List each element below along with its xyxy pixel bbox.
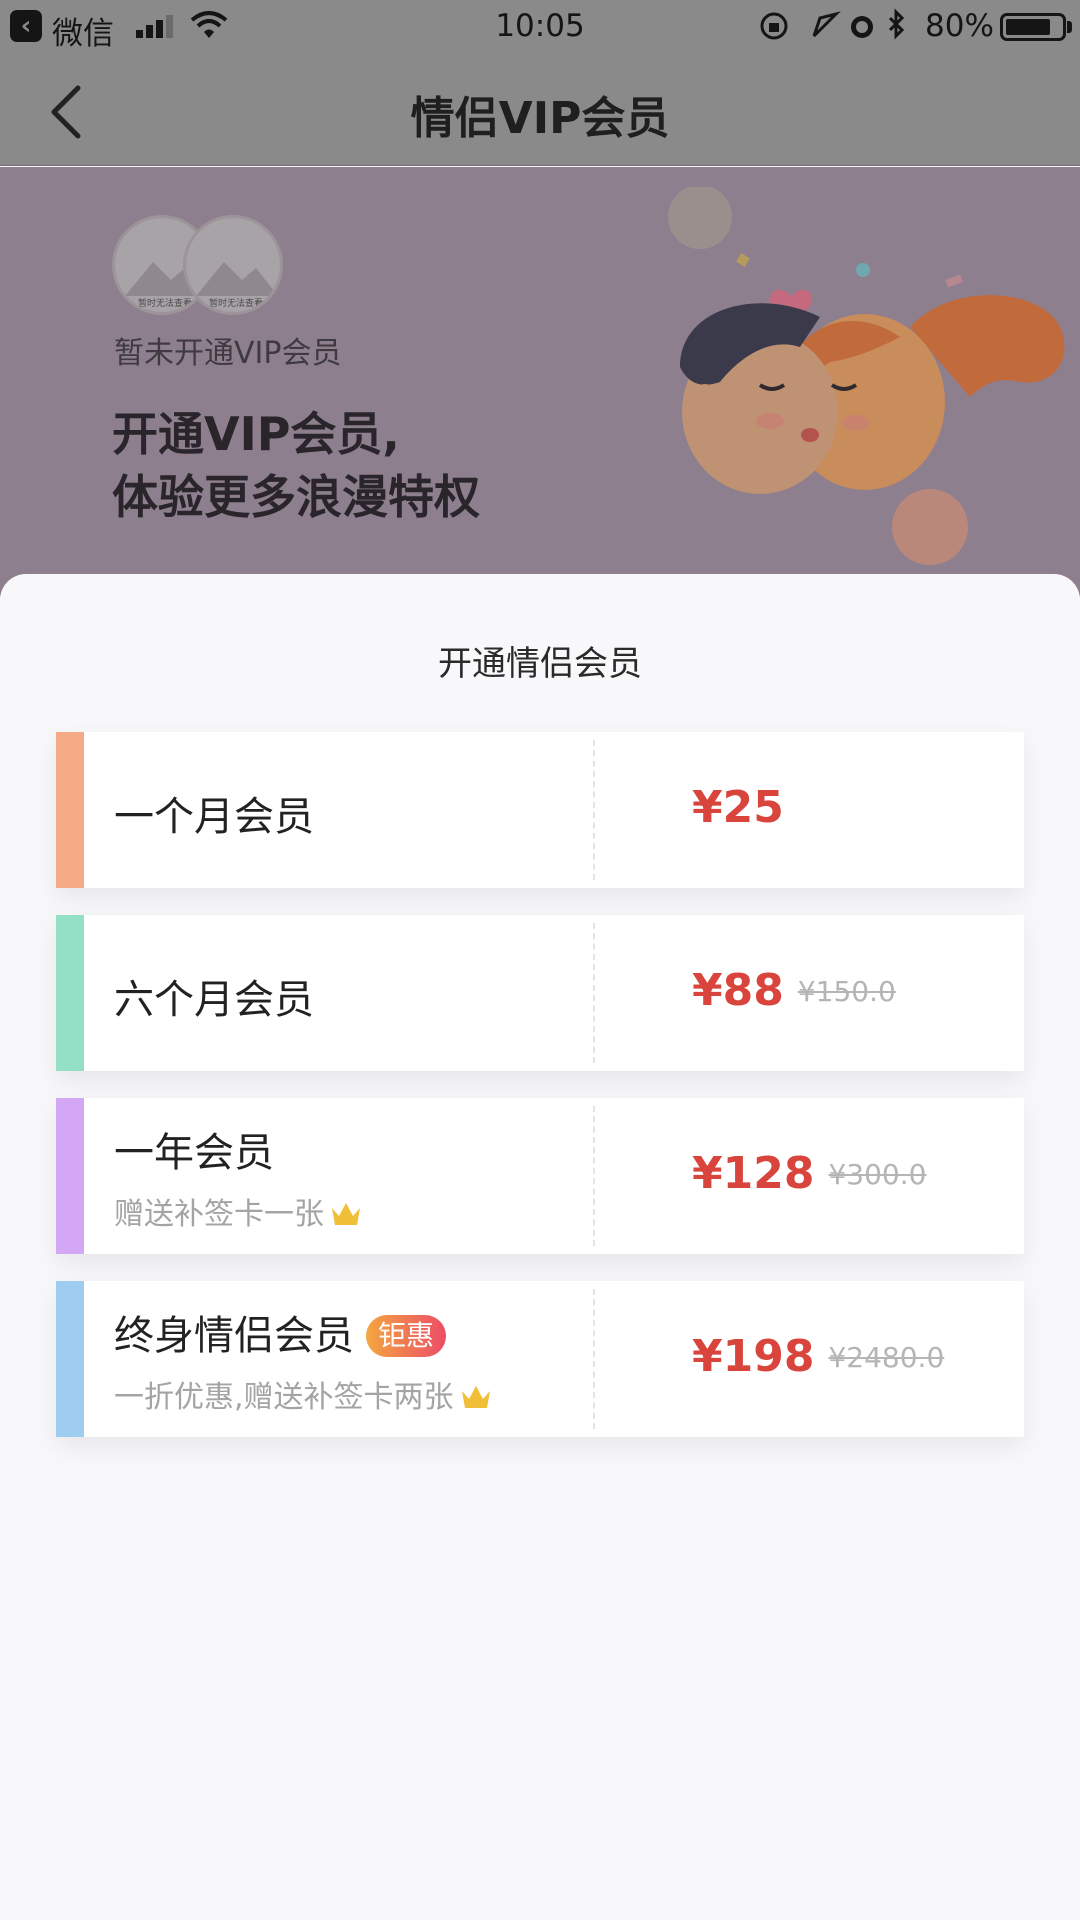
alarm-icon	[851, 16, 873, 38]
clock: 10:05	[495, 8, 585, 44]
plan-benefit: 一折优惠,赠送补签卡两张	[114, 1372, 492, 1416]
plan-six-months[interactable]: 六个月会员 ¥88 ¥150.0	[56, 915, 1024, 1071]
dashed-divider	[593, 740, 595, 880]
crown-icon	[332, 1203, 360, 1225]
bluetooth-icon	[888, 8, 905, 40]
original-price: ¥2480.0	[828, 1341, 945, 1374]
navigation-bar: 情侣VIP会员	[0, 54, 1080, 166]
promo-subheadline: 体验更多浪漫特权	[112, 470, 480, 524]
dashed-divider	[593, 1289, 595, 1429]
plan-price: ¥128 ¥300.0	[692, 1148, 926, 1199]
current-price: ¥128	[692, 1148, 815, 1199]
avatar: 暂时无法查看	[183, 215, 283, 315]
plan-benefit-text: 一折优惠,赠送补签卡两张	[114, 1380, 454, 1415]
plan-benefit: 赠送补签卡一张	[114, 1189, 362, 1233]
membership-sheet: 开通情侣会员 一个月会员 ¥25 六个月会员 ¥88 ¥150.0 一年会员 赠送…	[0, 574, 1080, 1920]
plan-lifetime[interactable]: 终身情侣会员 钜惠 一折优惠,赠送补签卡两张 ¥198 ¥2480.0	[56, 1281, 1024, 1437]
location-icon	[812, 11, 841, 38]
kissing-couple-illustration	[668, 187, 1065, 565]
current-price: ¥25	[692, 782, 784, 833]
plan-name: 一个月会员	[114, 794, 314, 840]
battery-icon	[1000, 13, 1066, 41]
dashed-divider	[593, 923, 595, 1063]
dashed-divider	[593, 1106, 595, 1246]
image-placeholder-icon: 暂时无法查看	[196, 262, 278, 309]
plan-name: 终身情侣会员 钜惠	[114, 1303, 447, 1361]
plan-color-stripe	[56, 915, 84, 1071]
discount-badge: 钜惠	[366, 1315, 447, 1357]
battery-tip	[1067, 21, 1072, 33]
crown-icon	[461, 1386, 490, 1408]
plan-name: 一年会员	[114, 1130, 274, 1176]
plan-price: ¥88 ¥150.0	[692, 965, 896, 1016]
plan-color-stripe	[56, 1281, 84, 1437]
plan-price: ¥25	[692, 782, 784, 833]
original-price: ¥150.0	[797, 975, 896, 1008]
sheet-title: 开通情侣会员	[438, 644, 642, 684]
original-price: ¥300.0	[828, 1158, 927, 1191]
current-price: ¥88	[692, 965, 784, 1016]
plan-one-month[interactable]: 一个月会员 ¥25	[56, 732, 1024, 888]
battery-percentage: 80%	[925, 8, 994, 44]
membership-hero: 暂时无法查看 暂时无法查看 暂未开通VIP会员 开通VIP会员, 体验更多浪漫特…	[0, 167, 1080, 597]
orientation-lock-icon	[760, 12, 788, 40]
svg-text:暂时无法查看: 暂时无法查看	[209, 297, 263, 309]
plan-name-text: 终身情侣会员	[114, 1313, 354, 1359]
plan-benefit-text: 赠送补签卡一张	[114, 1197, 324, 1232]
status-bar: ‹ 微信 10:05 80%	[0, 0, 1080, 54]
plan-color-stripe	[56, 732, 84, 888]
svg-text:暂时无法查看: 暂时无法查看	[138, 297, 192, 309]
membership-status: 暂未开通VIP会员	[114, 336, 342, 371]
plan-one-year[interactable]: 一年会员 赠送补签卡一张 ¥128 ¥300.0	[56, 1098, 1024, 1254]
promo-headline: 开通VIP会员,	[112, 407, 400, 461]
page-title: 情侣VIP会员	[410, 93, 670, 144]
current-price: ¥198	[692, 1331, 815, 1382]
plan-color-stripe	[56, 1098, 84, 1254]
system-status-icons	[760, 8, 905, 40]
plan-price: ¥198 ¥2480.0	[692, 1331, 944, 1382]
plan-name: 六个月会员	[114, 977, 314, 1023]
